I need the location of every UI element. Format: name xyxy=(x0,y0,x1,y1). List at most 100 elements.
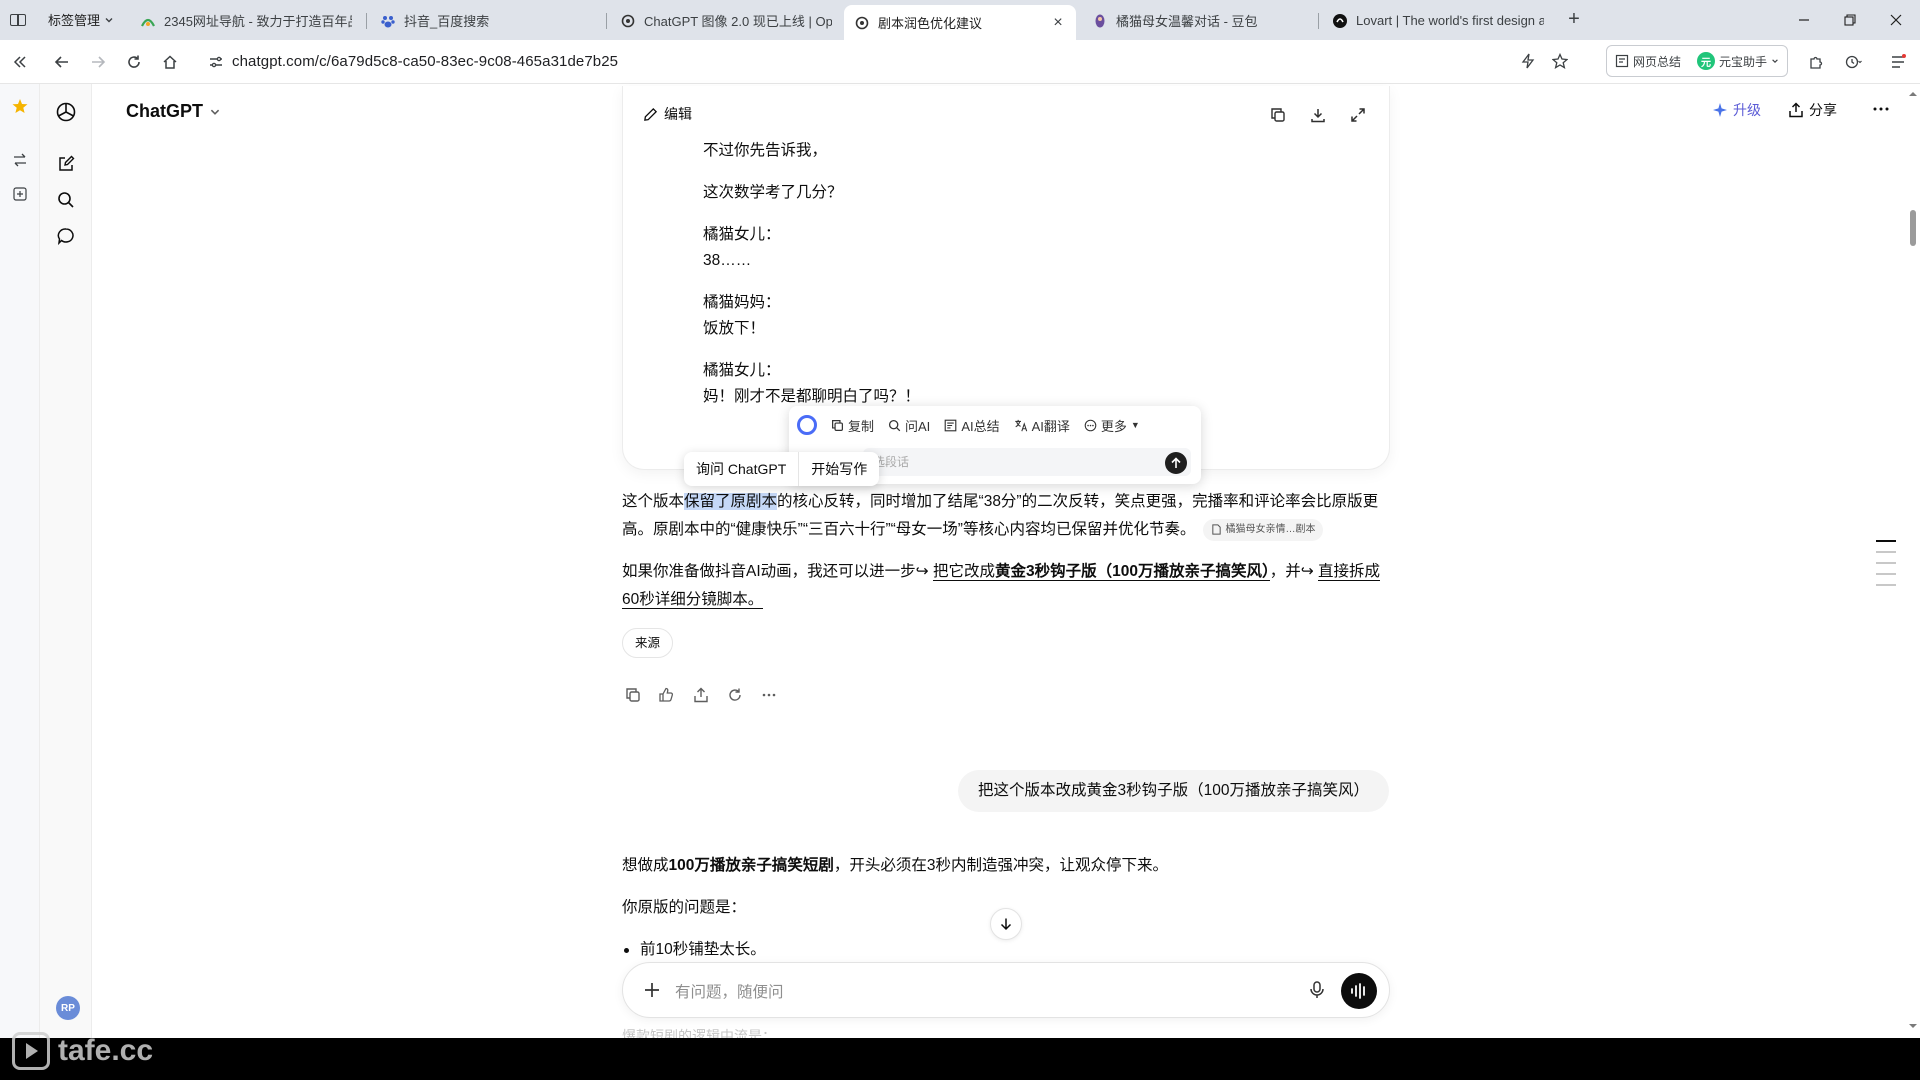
chevron-down-icon xyxy=(105,17,113,22)
ask-ai-input[interactable]: 选段话 xyxy=(863,448,1191,476)
collapse-sidebar-icon[interactable] xyxy=(6,48,34,76)
tab-separator xyxy=(366,13,367,29)
close-tab-icon[interactable]: × xyxy=(1050,14,1066,32)
browser-tab-strip: 标签管理 2345网址导航 - 致力于打造百年品牌 抖音_百度搜索 ChatGP… xyxy=(0,0,1920,40)
forward-icon[interactable] xyxy=(84,48,112,76)
start-writing-button[interactable]: 开始写作 xyxy=(799,452,879,486)
yuanbao-icon: 元 xyxy=(1697,52,1715,70)
ask-ai-button[interactable]: 问AI xyxy=(888,416,930,435)
message-composer: 有问题，随便问 xyxy=(622,962,1390,1018)
more-options-icon[interactable] xyxy=(758,684,780,706)
new-chat-icon[interactable] xyxy=(52,150,80,178)
add-attachment-icon[interactable] xyxy=(639,977,665,1003)
ai-translate-button[interactable]: AI翻译 xyxy=(1014,416,1070,435)
site-settings-icon[interactable] xyxy=(208,54,224,70)
upgrade-button[interactable]: 升级 xyxy=(1712,100,1761,120)
reload-icon[interactable] xyxy=(120,48,148,76)
extensions-puzzle-icon[interactable] xyxy=(1802,48,1830,76)
thumbs-feedback-icon[interactable] xyxy=(656,684,678,706)
chevron-down-icon xyxy=(1772,59,1778,63)
bottom-band xyxy=(0,1038,1920,1080)
watermark: tafe.cc xyxy=(12,1032,153,1070)
tab-lovart[interactable]: Lovart | The world's first design agent xyxy=(1322,5,1554,36)
share-button[interactable]: 分享 xyxy=(1788,100,1837,120)
model-selector[interactable]: ChatGPT xyxy=(126,101,221,122)
conversation-minimap[interactable] xyxy=(1876,540,1896,595)
address-bar[interactable]: chatgpt.com/c/6a79d5c8-ca50-83ec-9c08-46… xyxy=(200,45,1580,79)
regenerate-icon[interactable] xyxy=(724,684,746,706)
tab-2345[interactable]: 2345网址导航 - 致力于打造百年品牌 xyxy=(130,5,362,36)
baidu-paw-icon xyxy=(380,13,396,29)
expand-icon[interactable] xyxy=(1347,104,1369,126)
voice-mode-button[interactable] xyxy=(1341,973,1377,1009)
swap-icon[interactable] xyxy=(6,146,34,174)
scroll-down-icon[interactable] xyxy=(1908,1022,1918,1030)
play-logo-icon xyxy=(12,1032,50,1070)
microphone-icon[interactable] xyxy=(1305,978,1329,1002)
copy-icon xyxy=(832,419,843,431)
lightning-icon[interactable] xyxy=(1520,53,1536,69)
copy-icon[interactable] xyxy=(1267,104,1289,126)
tab-openai-news[interactable]: ChatGPT 图像 2.0 现已上线 | OpenAI xyxy=(610,5,842,36)
assistant-paragraph: 你原版的问题是： xyxy=(622,899,747,916)
scroll-to-bottom-button[interactable] xyxy=(990,908,1022,940)
browser-side-panel xyxy=(0,84,40,1038)
download-icon[interactable] xyxy=(1307,104,1329,126)
restore-window-icon[interactable] xyxy=(1838,8,1862,32)
ask-chatgpt-button[interactable]: 询问 ChatGPT xyxy=(684,452,798,486)
prompt-input[interactable]: 有问题，随便问 xyxy=(675,980,784,1002)
add-panel-icon[interactable] xyxy=(6,180,34,208)
edit-button[interactable]: 编辑 xyxy=(643,104,692,124)
share-icon[interactable] xyxy=(690,684,712,706)
avatar[interactable]: RP xyxy=(56,996,80,1020)
openai-icon xyxy=(854,15,870,31)
tab-separator xyxy=(1318,13,1319,29)
more-actions-button[interactable]: 更多 ▼ xyxy=(1084,416,1140,435)
caret-down-icon: ▼ xyxy=(1130,420,1140,430)
tab-doubao[interactable]: 橘猫母女温馨对话 - 豆包 xyxy=(1082,5,1314,36)
more-circle-icon xyxy=(1084,419,1097,431)
script-line: 不过你先告诉我， xyxy=(703,142,828,159)
source-button[interactable]: 来源 xyxy=(622,628,674,658)
arrow-icon: ↪ xyxy=(915,563,933,580)
message-actions xyxy=(622,684,780,706)
tab-script-polish[interactable]: 剧本润色优化建议 × xyxy=(844,5,1076,40)
bookmark-star-icon[interactable] xyxy=(1552,53,1568,69)
send-button[interactable] xyxy=(1165,452,1187,474)
tab-group-icon[interactable] xyxy=(6,9,32,31)
back-icon[interactable] xyxy=(48,48,76,76)
tab-manager-button[interactable]: 标签管理 xyxy=(48,10,114,29)
page-summary-button[interactable]: 网页总结 xyxy=(1607,53,1689,70)
script-line: 橘猫女儿： xyxy=(703,226,781,243)
home-icon[interactable] xyxy=(156,48,184,76)
summary-icon xyxy=(944,419,957,431)
chats-bubble-icon[interactable] xyxy=(52,222,80,250)
extension-pill: 网页总结 元 元宝助手 xyxy=(1606,45,1788,77)
yuanbao-assistant-button[interactable]: 元 元宝助手 xyxy=(1689,52,1787,70)
history-icon[interactable] xyxy=(1840,48,1868,76)
more-options-icon[interactable] xyxy=(1872,100,1890,118)
search-icon[interactable] xyxy=(52,186,80,214)
scrollbar-thumb[interactable] xyxy=(1910,210,1916,246)
canvas-toolbar xyxy=(1267,104,1369,126)
tab-manager-label: 标签管理 xyxy=(48,13,101,28)
sparkle-icon xyxy=(1713,103,1727,117)
ai-summary-button[interactable]: AI总结 xyxy=(944,416,1000,435)
url-text: chatgpt.com/c/6a79d5c8-ca50-83ec-9c08-46… xyxy=(232,53,619,70)
pencil-icon xyxy=(644,107,658,121)
favorites-star-icon[interactable] xyxy=(6,92,34,120)
copy-selection-button[interactable]: 复制 xyxy=(831,416,874,435)
assistant-logo-icon xyxy=(797,415,817,435)
chatgpt-sidebar: RP xyxy=(40,84,92,1038)
2345-icon xyxy=(140,13,156,29)
chatgpt-logo-icon[interactable] xyxy=(52,98,80,126)
scrollbar[interactable] xyxy=(1906,84,1920,1038)
new-tab-button[interactable]: + xyxy=(1562,8,1586,31)
minimize-window-icon[interactable] xyxy=(1792,8,1816,32)
tab-baidu-search[interactable]: 抖音_百度搜索 xyxy=(370,5,602,36)
scroll-up-icon[interactable] xyxy=(1908,90,1918,98)
citation-chip[interactable]: 橘猫母女亲情…剧本 xyxy=(1203,518,1324,541)
copy-icon[interactable] xyxy=(622,684,644,706)
browser-menu-icon[interactable] xyxy=(1884,48,1912,76)
close-window-icon[interactable] xyxy=(1884,8,1908,32)
